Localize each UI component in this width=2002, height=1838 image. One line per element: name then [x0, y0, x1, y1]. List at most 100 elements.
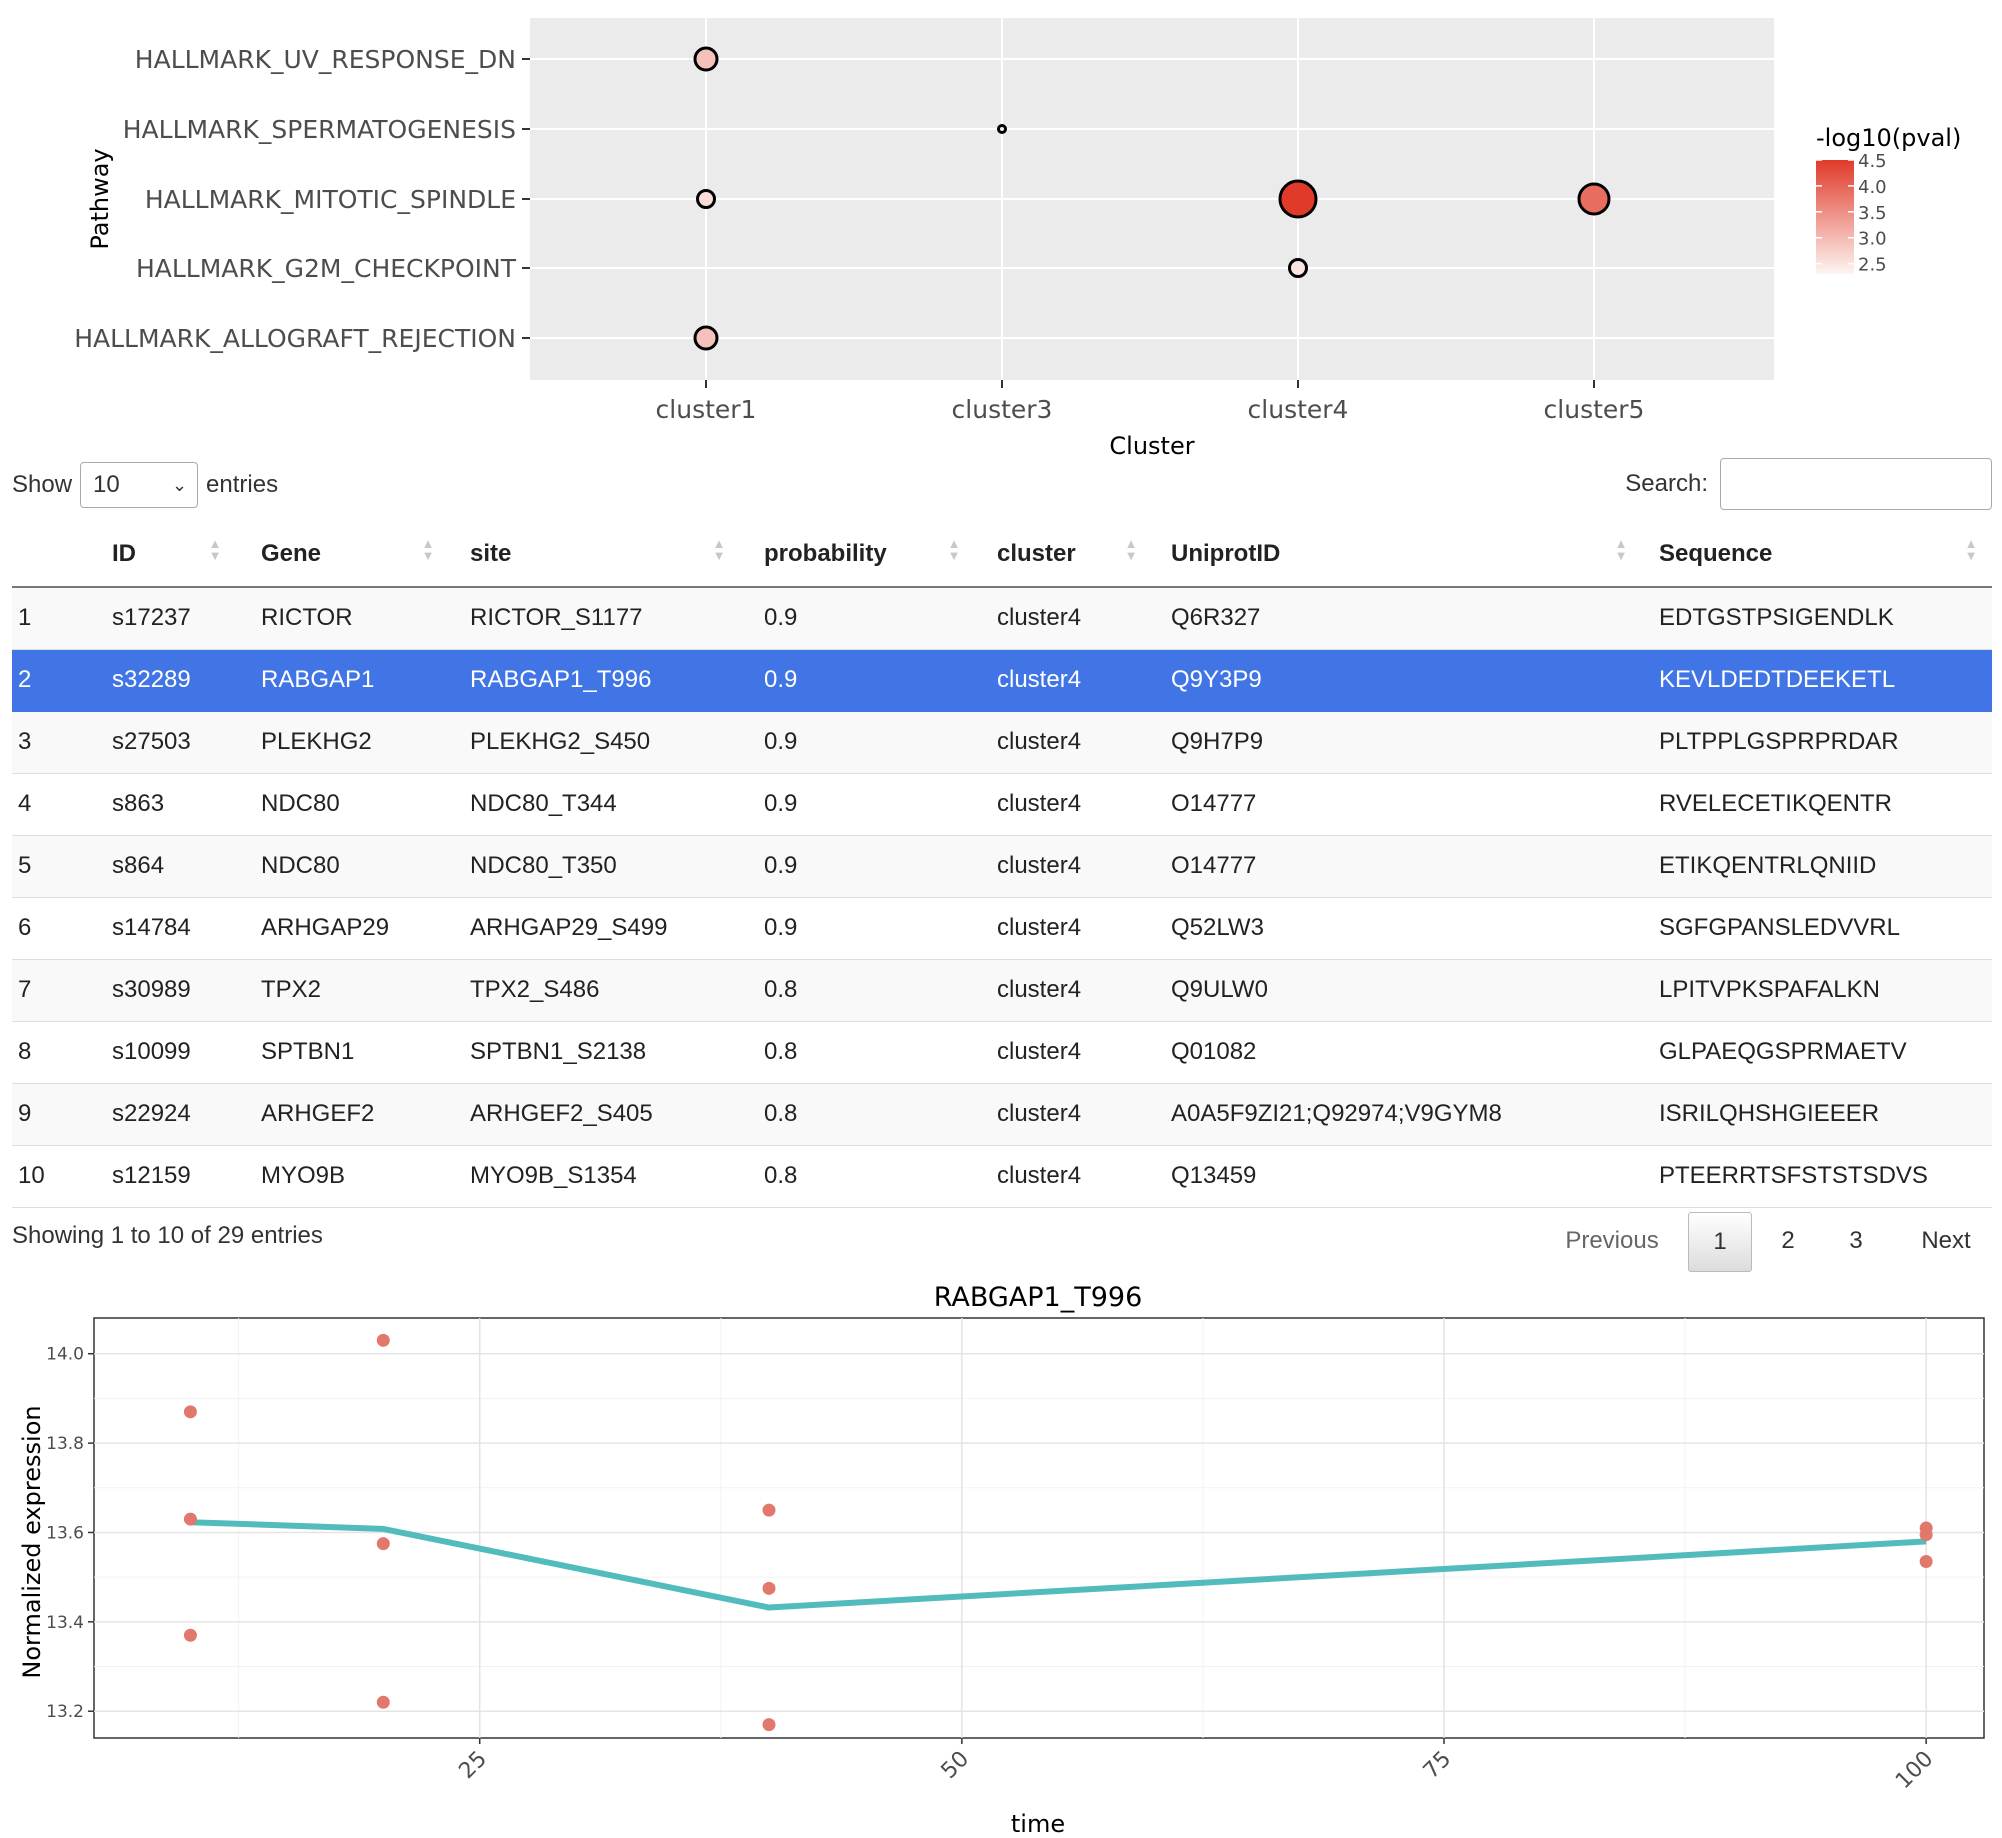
table-cell: 0.9: [764, 728, 798, 755]
table-cell: 0.8: [764, 1100, 798, 1127]
table-cell: ARHGEF2_S405: [470, 1100, 653, 1127]
column-header-gene[interactable]: Gene: [261, 540, 321, 568]
table-cell: Q9Y3P9: [1171, 666, 1262, 693]
table-cell: RVELECETIKQENTR: [1659, 790, 1892, 817]
table-cell: TPX2_S486: [470, 976, 600, 1003]
data-table: ID ▲ ▼ Gene ▲ ▼ site ▲ ▼ probability ▲ ▼ cluster ▲ ▼ Un…: [12, 520, 1992, 1208]
dot-plot-ylabel: Pathway: [86, 148, 114, 249]
table-cell: 0.9: [764, 604, 798, 631]
table-row[interactable]: 3 s27503 PLEKHG2 PLEKHG2_S450 0.9 cluster4 Q9H…: [12, 712, 1992, 774]
sort-icon[interactable]: ▲ ▼: [712, 537, 726, 562]
sort-icon[interactable]: ▲ ▼: [421, 537, 435, 562]
table-cell: 7: [18, 976, 32, 1003]
column-header-id[interactable]: ID: [112, 540, 136, 568]
table-cell: cluster4: [997, 1038, 1082, 1065]
dot-plot-xlabel: Cluster: [1109, 432, 1194, 460]
pathway-label: HALLMARK_G2M_CHECKPOINT: [136, 254, 517, 283]
page-1-button[interactable]: 1: [1688, 1212, 1752, 1272]
table-cell: ARHGAP29_S499: [470, 914, 668, 941]
table-row[interactable]: 4 s863 NDC80 NDC80_T344 0.9 cluster4 O14777 RVE…: [12, 774, 1992, 836]
table-row[interactable]: 10 s12159 MYO9B MYO9B_S1354 0.8 cluster4 Q1345…: [12, 1146, 1992, 1208]
entries-label: entries: [206, 471, 279, 498]
pathway-label: HALLMARK_ALLOGRAFT_REJECTION: [74, 324, 516, 353]
table-cell: NDC80: [261, 852, 340, 879]
expression-point: [183, 1512, 197, 1526]
table-cell: TPX2: [261, 976, 322, 1003]
table-body: 1 s17237 RICTOR RICTOR_S1177 0.9 cluster4 Q6R3…: [12, 588, 1992, 1208]
table-cell: Q6R327: [1171, 604, 1261, 631]
table-cell: SPTBN1_S2138: [470, 1038, 647, 1065]
table-cell: 3: [18, 728, 32, 755]
table-cell: ETIKQENTRLQNIID: [1659, 852, 1877, 879]
dot-point: [1288, 258, 1308, 278]
table-cell: 2: [18, 666, 32, 693]
table-row[interactable]: 1 s17237 RICTOR RICTOR_S1177 0.9 cluster4 Q6R3…: [12, 588, 1992, 650]
pathway-label: HALLMARK_SPERMATOGENESIS: [123, 115, 516, 144]
column-header-probability[interactable]: probability: [764, 540, 887, 568]
table-cell: cluster4: [997, 976, 1082, 1003]
column-header-cluster[interactable]: cluster: [997, 540, 1076, 568]
table-cell: NDC80_T344: [470, 790, 617, 817]
cluster-label: cluster5: [1544, 395, 1645, 424]
table-cell: 0.8: [764, 1038, 798, 1065]
dot-point: [1577, 182, 1611, 216]
column-header-sequence[interactable]: Sequence: [1659, 540, 1772, 568]
table-cell: O14777: [1171, 852, 1257, 879]
table-row[interactable]: 7 s30989 TPX2 TPX2_S486 0.8 cluster4 Q9ULW0 LPI…: [12, 960, 1992, 1022]
page-2-button[interactable]: 2: [1758, 1212, 1818, 1270]
table-cell: GLPAEQGSPRMAETV: [1659, 1038, 1907, 1065]
table-cell: s32289: [112, 666, 191, 693]
table-cell: LPITVPKSPAFALKN: [1659, 976, 1880, 1003]
chevron-down-icon: ⌄: [171, 474, 188, 495]
table-row[interactable]: 6 s14784 ARHGAP29 ARHGAP29_S499 0.9 cluster4 Q…: [12, 898, 1992, 960]
table-cell: cluster4: [997, 728, 1082, 755]
column-header-uniprotid[interactable]: UniprotID: [1171, 540, 1280, 568]
x-tick-label: 25: [454, 1747, 491, 1784]
y-tick-label: 13.2: [46, 1702, 84, 1722]
table-cell: NDC80: [261, 790, 340, 817]
legend-tick-label: 3.0: [1858, 229, 1887, 250]
previous-page-button[interactable]: Previous: [1550, 1212, 1674, 1270]
column-header-site[interactable]: site: [470, 540, 511, 568]
sort-icon[interactable]: ▲ ▼: [1964, 537, 1978, 562]
table-cell: PLEKHG2: [261, 728, 372, 755]
table-cell: 10: [18, 1162, 45, 1189]
table-cell: cluster4: [997, 1162, 1082, 1189]
next-page-button[interactable]: Next: [1906, 1212, 1986, 1270]
table-row[interactable]: 2 s32289 RABGAP1 RABGAP1_T996 0.9 cluster4 Q9Y…: [12, 650, 1992, 712]
x-tick-label: 50: [937, 1747, 974, 1784]
sort-icon[interactable]: ▲ ▼: [947, 537, 961, 562]
table-row[interactable]: 5 s864 NDC80 NDC80_T350 0.9 cluster4 O14777 ETI…: [12, 836, 1992, 898]
table-cell: 5: [18, 852, 32, 879]
table-info: Showing 1 to 10 of 29 entries: [12, 1222, 323, 1249]
search-input[interactable]: [1720, 458, 1992, 510]
entries-per-page-value: 10: [93, 471, 120, 498]
table-cell: Q13459: [1171, 1162, 1257, 1189]
y-tick-label: 13.6: [46, 1523, 84, 1543]
page-3-button[interactable]: 3: [1826, 1212, 1886, 1270]
table-cell: 0.9: [764, 790, 798, 817]
table-row[interactable]: 8 s10099 SPTBN1 SPTBN1_S2138 0.8 cluster4 Q010…: [12, 1022, 1992, 1084]
expression-point: [183, 1628, 197, 1642]
table-cell: s30989: [112, 976, 191, 1003]
expression-point: [762, 1718, 776, 1732]
sort-icon[interactable]: ▲ ▼: [1614, 537, 1628, 562]
color-legend: -log10(pval) 4.5 4.0 3.5 3.0 2.5: [1816, 124, 1961, 276]
table-cell: KEVLDEDTDEEKETL: [1659, 666, 1896, 693]
table-cell: PLTPPLGSPRPRDAR: [1659, 728, 1899, 755]
dot-point: [1278, 179, 1318, 219]
table-cell: 1: [18, 604, 32, 631]
dot-point: [693, 325, 719, 351]
cluster-label: cluster3: [952, 395, 1053, 424]
sort-icon[interactable]: ▲ ▼: [208, 537, 222, 562]
y-tick-label: 14.0: [46, 1345, 84, 1365]
pagination: Previous 1 2 3 Next: [1540, 1212, 1992, 1272]
table-cell: 0.9: [764, 666, 798, 693]
table-row[interactable]: 9 s22924 ARHGEF2 ARHGEF2_S405 0.8 cluster4 A0A…: [12, 1084, 1992, 1146]
table-cell: 0.8: [764, 1162, 798, 1189]
search-label: Search:: [1625, 470, 1708, 497]
expression-point: [762, 1503, 776, 1517]
table-cell: SPTBN1: [261, 1038, 355, 1065]
sort-icon[interactable]: ▲ ▼: [1124, 537, 1138, 562]
entries-per-page-select[interactable]: 10 ⌄: [80, 462, 199, 508]
